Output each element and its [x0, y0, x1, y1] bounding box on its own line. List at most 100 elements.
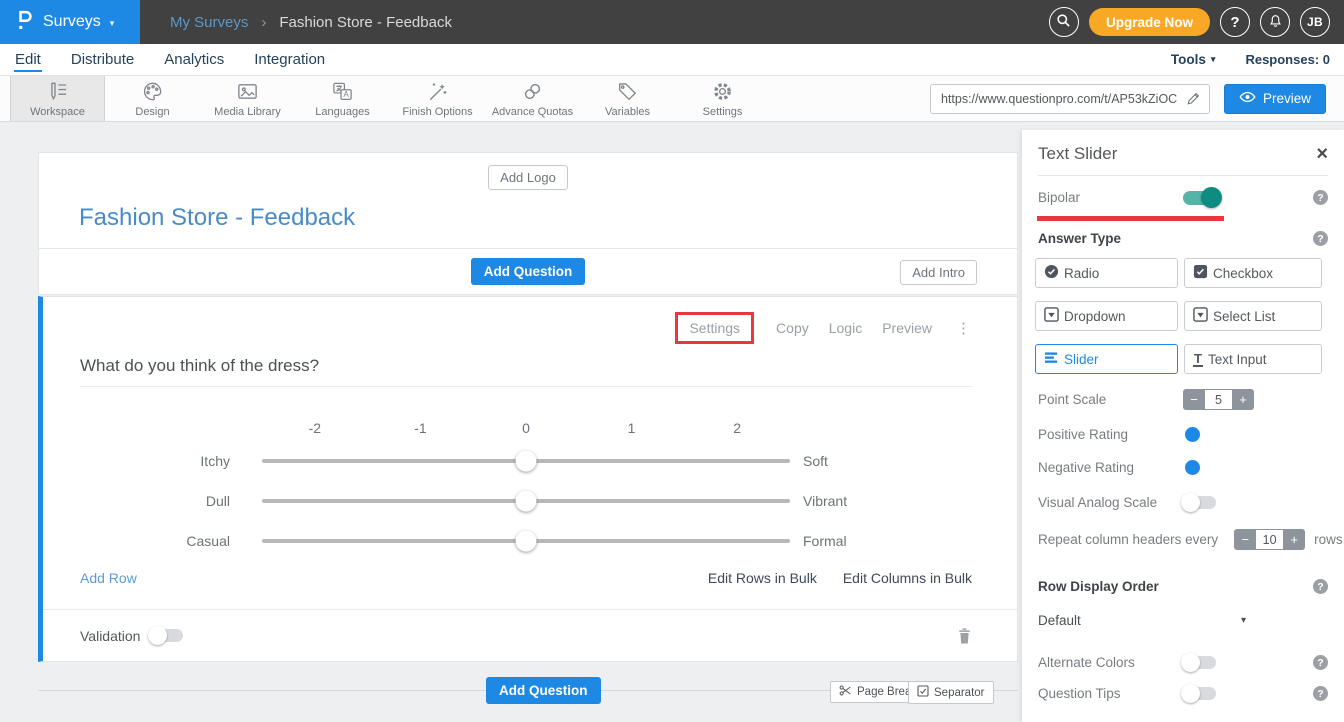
- validation-row: Validation: [43, 609, 1017, 661]
- separator-label: Separator: [934, 687, 985, 699]
- add-row-link[interactable]: Add Row: [80, 570, 137, 586]
- questionpro-logo-icon: [15, 7, 34, 38]
- slider-track[interactable]: [262, 539, 790, 543]
- responses-count[interactable]: Responses: 0: [1245, 52, 1330, 67]
- toolbar-label: Settings: [703, 106, 743, 118]
- minus-button[interactable]: −: [1234, 529, 1256, 550]
- tab-integration[interactable]: Integration: [253, 48, 326, 72]
- search-button[interactable]: [1049, 7, 1079, 37]
- question-tips-row: Question Tips ?: [1038, 686, 1328, 701]
- add-question-button-bottom[interactable]: Add Question: [486, 677, 601, 704]
- row-right-label: Soft: [803, 453, 828, 469]
- checkbox-check-icon: [1193, 264, 1208, 282]
- answer-type-checkbox[interactable]: Checkbox: [1184, 258, 1322, 288]
- question-settings-button[interactable]: Settings: [689, 320, 740, 336]
- negative-rating-color-swatch[interactable]: [1185, 460, 1200, 475]
- toolbar-item-media-library[interactable]: Media Library: [200, 76, 295, 121]
- validation-toggle[interactable]: [150, 629, 183, 642]
- slider-handle[interactable]: [516, 491, 537, 512]
- slider-row: Dull Vibrant: [80, 481, 972, 521]
- survey-title[interactable]: Fashion Store - Feedback: [79, 204, 1017, 232]
- help-icon[interactable]: ?: [1313, 579, 1328, 594]
- more-options-icon[interactable]: ⋮: [956, 319, 972, 337]
- breadcrumb-separator-icon: ›: [261, 14, 266, 31]
- slider-track[interactable]: [262, 459, 790, 463]
- tab-distribute[interactable]: Distribute: [70, 48, 135, 72]
- answer-type-select-list[interactable]: Select List: [1184, 301, 1322, 331]
- tab-edit[interactable]: Edit: [14, 48, 42, 72]
- negative-rating-row: Negative Rating: [1038, 460, 1328, 475]
- visual-analog-toggle[interactable]: [1183, 496, 1216, 509]
- add-question-button-top[interactable]: Add Question: [471, 258, 586, 285]
- tools-menu[interactable]: Tools ▾: [1171, 52, 1216, 67]
- separator-button[interactable]: Separator: [908, 681, 994, 704]
- edit-columns-bulk-link[interactable]: Edit Columns in Bulk: [843, 570, 972, 586]
- plus-button[interactable]: +: [1232, 389, 1254, 410]
- help-icon[interactable]: ?: [1313, 231, 1328, 246]
- slider-handle[interactable]: [516, 451, 537, 472]
- help-button[interactable]: ?: [1220, 7, 1250, 37]
- bipolar-toggle[interactable]: [1183, 191, 1219, 205]
- toolbar-item-finish-options[interactable]: Finish Options: [390, 76, 485, 121]
- minus-button[interactable]: −: [1183, 389, 1205, 410]
- search-icon: [1056, 13, 1071, 31]
- row-left-label: Itchy: [80, 453, 230, 469]
- question-title[interactable]: What do you think of the dress?: [80, 356, 972, 387]
- toolbar-item-variables[interactable]: Variables: [580, 76, 675, 121]
- toolbar-item-design[interactable]: Design: [105, 76, 200, 121]
- add-logo-button[interactable]: Add Logo: [488, 165, 568, 190]
- upgrade-now-button[interactable]: Upgrade Now: [1089, 8, 1210, 36]
- nav-right: Tools ▾ Responses: 0: [1171, 52, 1330, 67]
- answer-type-slider-selected[interactable]: Slider: [1035, 344, 1178, 374]
- notifications-button[interactable]: [1260, 7, 1290, 37]
- edit-url-pencil-icon[interactable]: [1186, 91, 1201, 106]
- positive-rating-color-swatch[interactable]: [1185, 427, 1200, 442]
- answer-type-text-input[interactable]: T Text Input: [1184, 344, 1322, 374]
- point-scale-label: Point Scale: [1038, 392, 1183, 407]
- bipolar-row: Bipolar ?: [1038, 190, 1328, 205]
- user-avatar[interactable]: JB: [1300, 7, 1330, 37]
- answer-type-radio[interactable]: Radio: [1035, 258, 1178, 288]
- toolbar-label: Languages: [315, 106, 369, 118]
- toolbar-item-languages[interactable]: A Languages: [295, 76, 390, 121]
- row-display-order-label: Row Display Order: [1038, 579, 1159, 594]
- panel-divider: [1038, 175, 1328, 176]
- alternate-colors-row: Alternate Colors ?: [1038, 655, 1328, 670]
- toolbar-label: Design: [135, 106, 169, 118]
- plus-button[interactable]: +: [1283, 529, 1305, 550]
- edit-rows-bulk-link[interactable]: Edit Rows in Bulk: [708, 570, 817, 586]
- question-preview-button[interactable]: Preview: [882, 320, 932, 336]
- toolbar-item-advance-quotas[interactable]: Advance Quotas: [485, 76, 580, 121]
- tab-analytics[interactable]: Analytics: [163, 48, 225, 72]
- editor-canvas: Add Logo Fashion Store - Feedback Add Qu…: [0, 122, 1344, 722]
- product-switcher[interactable]: Surveys ▾: [0, 0, 140, 44]
- toolbar-label: Workspace: [30, 106, 85, 118]
- row-display-order-row: Default ▾: [1038, 613, 1328, 628]
- question-copy-button[interactable]: Copy: [776, 320, 809, 336]
- preview-button[interactable]: Preview: [1224, 84, 1326, 114]
- eye-icon: [1239, 91, 1256, 106]
- breadcrumb-my-surveys[interactable]: My Surveys: [170, 14, 248, 31]
- survey-url-box: [930, 84, 1210, 114]
- close-icon[interactable]: ×: [1316, 144, 1328, 164]
- question-mark-icon: ?: [1230, 14, 1239, 31]
- help-icon[interactable]: ?: [1313, 686, 1328, 701]
- row-right-label: Formal: [803, 533, 847, 549]
- question-logic-button[interactable]: Logic: [829, 320, 862, 336]
- toolbar-item-settings[interactable]: Settings: [675, 76, 770, 121]
- help-icon[interactable]: ?: [1313, 190, 1328, 205]
- negative-rating-label: Negative Rating: [1038, 460, 1183, 475]
- row-display-order-select[interactable]: Default ▾: [1038, 613, 1246, 628]
- survey-url-input[interactable]: [941, 92, 1186, 106]
- delete-question-trash-icon[interactable]: [957, 627, 972, 645]
- add-intro-button[interactable]: Add Intro: [900, 260, 977, 285]
- help-icon[interactable]: ?: [1313, 655, 1328, 670]
- slider-rows: Itchy Soft Dull Vibrant Casual Formal: [80, 441, 972, 561]
- alternate-colors-toggle[interactable]: [1183, 656, 1216, 669]
- answer-type-header-row: Answer Type ?: [1038, 231, 1328, 246]
- question-tips-toggle[interactable]: [1183, 687, 1216, 700]
- slider-handle[interactable]: [516, 531, 537, 552]
- toolbar-item-workspace[interactable]: Workspace: [10, 76, 105, 121]
- answer-type-dropdown[interactable]: Dropdown: [1035, 301, 1178, 331]
- slider-track[interactable]: [262, 499, 790, 503]
